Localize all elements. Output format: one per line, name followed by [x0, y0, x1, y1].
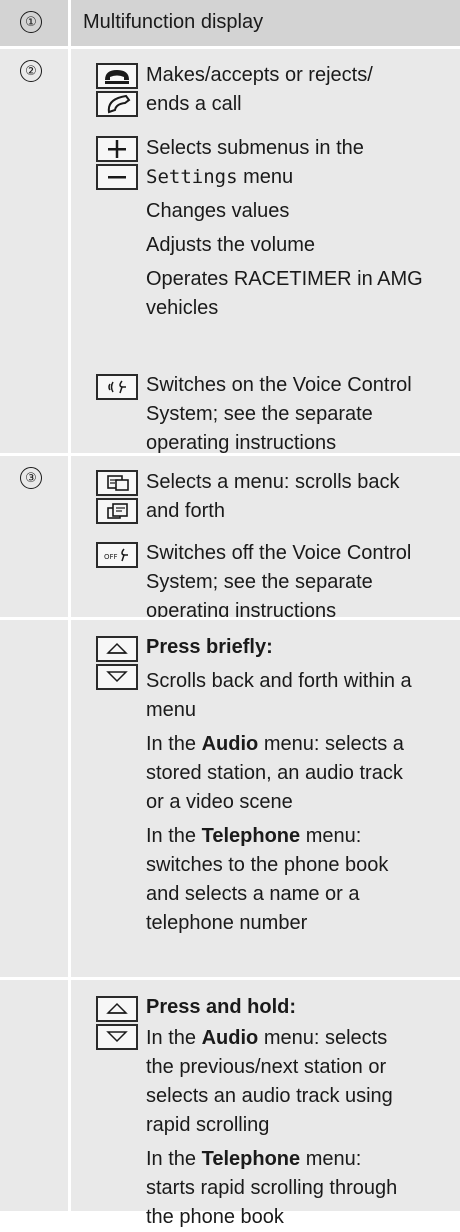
press-briefly-heading: Press briefly:: [146, 636, 273, 658]
menu-select-description-line-2: and forth: [146, 500, 225, 522]
telephone-hold-line-3: the phone book: [146, 1206, 284, 1228]
racetimer-text-line-2: vehicles: [146, 297, 219, 319]
row-3: ③ Selects a menu: scrolls back and forth…: [0, 453, 460, 622]
changes-values-text: Changes values: [146, 200, 290, 222]
press-and-hold-heading: Press and hold:: [146, 996, 297, 1018]
plus-icon: [96, 136, 138, 162]
voice-control-off-icon: OFF: [96, 542, 138, 568]
phone-description-line-1: Makes/accepts or rejects/: [146, 64, 373, 86]
voice-control-on-icon: [96, 374, 138, 400]
row-1: ① Multifunction display: [0, 0, 460, 46]
voice-on-description-line-2: System; see the separate: [146, 403, 373, 425]
arrow-up-icon: [96, 636, 138, 662]
telephone-menu-name: Telephone: [201, 825, 301, 847]
menu-forward-icon: [96, 498, 138, 524]
minus-icon: [96, 164, 138, 190]
multifunction-display-label: Multifunction display: [83, 11, 264, 33]
settings-menu-name: Settings: [146, 166, 238, 188]
phone-accept-icon: [96, 63, 138, 89]
racetimer-text-line-1: Operates RACETIMER in AMG: [146, 268, 423, 290]
telephone-brief-line-3: and selects a name or a: [146, 883, 360, 905]
marker-1: ①: [20, 11, 42, 33]
voice-off-description-line-1: Switches off the Voice Control: [146, 542, 412, 564]
submenu-description-line-1: Selects submenus in the: [146, 137, 364, 159]
marker-3: ③: [20, 467, 42, 489]
submenu-description-line-2: menu: [237, 166, 294, 188]
telephone-hold-line-2: starts rapid scrolling through: [146, 1177, 398, 1199]
telephone-brief-line-4: telephone number: [146, 912, 308, 934]
row-5: Press and hold: In the Audio menu: selec…: [0, 977, 460, 1228]
voice-on-description-line-1: Switches on the Voice Control: [146, 374, 412, 396]
row-4: Press briefly: Scrolls back and forth wi…: [0, 617, 460, 977]
off-label: OFF: [104, 553, 118, 561]
audio-hold-line-2: the previous/next station or: [146, 1056, 387, 1078]
telephone-brief-line-2: switches to the phone book: [146, 854, 389, 876]
menu-select-description-line-1: Selects a menu: scrolls back: [146, 471, 400, 493]
arrow-down-icon: [96, 664, 138, 690]
telephone-menu-name: Telephone: [201, 1148, 301, 1170]
audio-menu-name: Audio: [201, 733, 259, 755]
scrolls-text-line-2: menu: [146, 699, 197, 721]
audio-hold-line-4: rapid scrolling: [146, 1114, 270, 1136]
audio-brief-line-2: stored station, an audio track: [146, 762, 403, 784]
adjusts-volume-text: Adjusts the volume: [146, 234, 315, 256]
arrow-up-icon: [96, 996, 138, 1022]
marker-2: ②: [20, 60, 42, 82]
button-description-table: ① Multifunction display ② Makes/accepts …: [0, 0, 460, 1228]
audio-menu-name: Audio: [201, 1027, 259, 1049]
menu-back-icon: [96, 470, 138, 496]
phone-end-icon: [96, 91, 138, 117]
audio-hold-line-3: selects an audio track using: [146, 1085, 393, 1107]
scrolls-text-line-1: Scrolls back and forth within a: [146, 670, 412, 692]
row-2: ② Makes/accepts or rejects/ ends a call …: [0, 46, 460, 454]
phone-description-line-2: ends a call: [146, 93, 242, 115]
arrow-down-icon: [96, 1024, 138, 1050]
voice-off-description-line-2: System; see the separate: [146, 571, 373, 593]
audio-brief-line-3: or a video scene: [146, 791, 293, 813]
